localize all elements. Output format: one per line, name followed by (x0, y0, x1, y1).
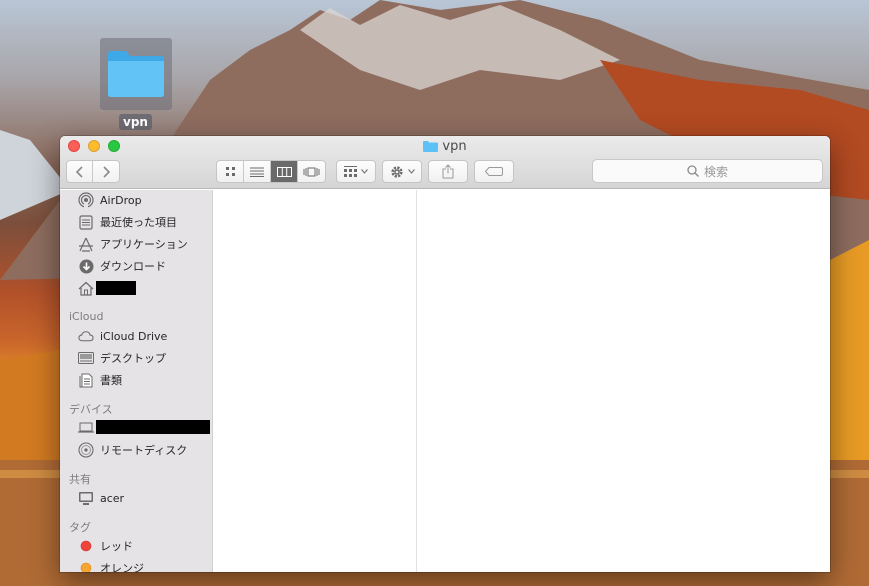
section-header-shared: 共有 (69, 473, 91, 486)
gear-icon (390, 165, 403, 178)
sidebar-item-label: ダウンロード (100, 260, 166, 273)
airdrop-icon (78, 192, 94, 208)
forward-button[interactable] (93, 161, 119, 182)
finder-window: vpn 検索 AirDrop 最近使った項目 アプリケーション ダウンロード i… (60, 136, 830, 572)
section-header-devices: デバイス (69, 403, 113, 416)
view-mode-selector (216, 160, 326, 183)
group-icon (344, 166, 357, 177)
sidebar-item-label: iCloud Drive (100, 329, 168, 343)
sidebar-item-acer[interactable]: acer (78, 488, 124, 508)
sidebar-item-icloud-drive[interactable]: iCloud Drive (78, 326, 167, 346)
action-button[interactable] (382, 160, 422, 183)
sidebar-item-label: アプリケーション (100, 238, 188, 251)
folder-icon (423, 140, 439, 156)
chevron-down-icon (407, 169, 415, 174)
sidebar-item-desktop[interactable]: デスクトップ (78, 348, 166, 368)
documents-icon (78, 372, 94, 388)
coverflow-icon (303, 167, 320, 176)
desktop-folder-vpn[interactable] (100, 38, 172, 110)
downloads-icon (78, 258, 94, 274)
chevron-right-icon (103, 165, 110, 178)
applications-icon (78, 236, 94, 252)
sidebar-item-home[interactable] (78, 278, 136, 298)
group-by-button[interactable] (336, 160, 376, 183)
sidebar-item-recents[interactable]: 最近使った項目 (78, 212, 177, 232)
desktop-folder-label[interactable]: vpn (119, 114, 152, 130)
sidebar-item-remote-disc[interactable]: リモートディスク (78, 440, 187, 460)
sidebar-item-documents[interactable]: 書類 (78, 370, 122, 390)
cloud-icon (78, 328, 94, 344)
chevron-left-icon (75, 165, 83, 178)
window-title-text: vpn (442, 139, 467, 154)
titlebar: vpn 検索 (60, 136, 830, 189)
list-icon (250, 167, 264, 177)
redacted-device-name (96, 420, 210, 434)
column-view-button[interactable] (271, 161, 298, 182)
sidebar-item-downloads[interactable]: ダウンロード (78, 256, 166, 276)
sidebar-item-label: acer (100, 491, 125, 505)
folder-icon (108, 51, 164, 97)
section-header-icloud: iCloud (69, 310, 104, 323)
back-button[interactable] (67, 161, 93, 182)
search-placeholder: 検索 (703, 164, 728, 179)
window-title: vpn (60, 139, 830, 156)
sidebar-item-airdrop[interactable]: AirDrop (78, 190, 142, 210)
browser-column-2[interactable] (418, 190, 830, 572)
sidebar-item-tag-orange[interactable]: オレンジ (78, 558, 144, 572)
navigation-buttons (66, 160, 120, 183)
share-button[interactable] (428, 160, 468, 183)
sidebar-item-label: レッド (100, 540, 133, 553)
sidebar-item-this-mac[interactable] (78, 417, 210, 437)
sidebar-item-label: 書類 (100, 374, 122, 387)
disc-icon (78, 442, 94, 458)
sidebar-item-label: 最近使った項目 (100, 216, 177, 229)
chevron-down-icon (361, 169, 368, 174)
grid-icon (225, 167, 235, 176)
search-field[interactable]: 検索 (592, 159, 823, 183)
sidebar-item-label: オレンジ (100, 562, 144, 572)
laptop-icon (78, 419, 94, 435)
home-icon (78, 280, 94, 296)
gallery-view-button[interactable] (298, 161, 325, 182)
redacted-username (96, 281, 136, 295)
sidebar-item-tag-red[interactable]: レッド (78, 536, 133, 556)
computer-icon (78, 490, 94, 506)
desktop-icon (78, 350, 94, 366)
orange-tag-dot-icon (78, 560, 94, 572)
section-header-tags: タグ (69, 521, 91, 534)
tag-icon (485, 167, 503, 176)
sidebar: AirDrop 最近使った項目 アプリケーション ダウンロード iCloud i… (60, 190, 213, 572)
browser-column-1[interactable] (213, 190, 417, 572)
sidebar-item-label: AirDrop (100, 193, 142, 207)
columns-icon (276, 166, 292, 177)
icon-view-button[interactable] (217, 161, 244, 182)
sidebar-item-label: デスクトップ (100, 352, 166, 365)
search-icon (687, 165, 699, 177)
edit-tags-button[interactable] (474, 160, 514, 183)
sidebar-item-applications[interactable]: アプリケーション (78, 234, 188, 254)
red-tag-dot-icon (78, 538, 94, 554)
recents-icon (78, 214, 94, 230)
share-icon (442, 164, 454, 179)
list-view-button[interactable] (244, 161, 271, 182)
sidebar-item-label: リモートディスク (100, 444, 188, 457)
